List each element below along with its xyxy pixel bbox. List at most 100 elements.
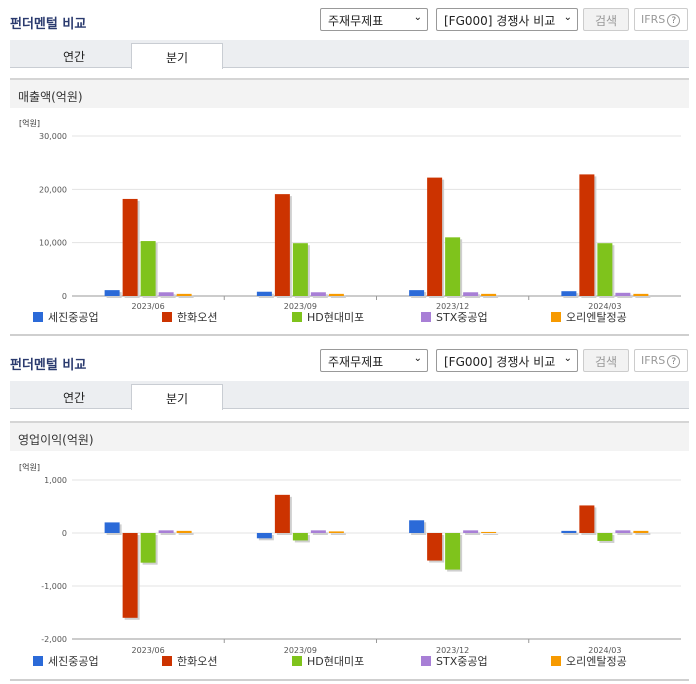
x-tick-label: 2023/12 xyxy=(436,646,469,655)
help-icon: ? xyxy=(667,14,681,27)
legend-entry: STX중공업 xyxy=(436,311,488,324)
search-button[interactable]: 검색 xyxy=(583,8,629,31)
y-tick-label: -1,000 xyxy=(41,582,67,591)
bar xyxy=(481,531,497,533)
legend-entry: 한화오션 xyxy=(177,655,217,668)
tab-annual[interactable]: 연간 xyxy=(28,43,120,68)
legend-swatch xyxy=(292,656,302,666)
bar xyxy=(615,292,631,296)
legend-entry: STX중공업 xyxy=(436,655,488,668)
peer-group-select-value: [FG000] 경쟁사 비교 xyxy=(444,14,556,28)
bar xyxy=(445,533,461,570)
tab-quarterly[interactable]: 분기 xyxy=(131,43,223,69)
fundamental-panel-operating-profit: 펀더멘털 비교 주재무제표 ⌄ [FG000] 경쟁사 비교 ⌄ 검색 IFRS? … xyxy=(0,341,696,684)
bar xyxy=(176,293,192,296)
x-tick-label: 2023/06 xyxy=(132,302,165,311)
bar xyxy=(140,533,156,563)
y-tick-label: 0 xyxy=(62,529,67,538)
y-tick-label: 30,000 xyxy=(39,132,67,141)
divider xyxy=(10,679,689,681)
ifrs-label: IFRS xyxy=(641,354,666,367)
legend-swatch xyxy=(33,656,43,666)
bar xyxy=(463,292,479,296)
y-tick-label: 20,000 xyxy=(39,185,67,194)
ifrs-button[interactable]: IFRS? xyxy=(634,349,688,372)
legend-entry: 세진중공업 xyxy=(48,655,99,668)
x-tick-label: 2024/03 xyxy=(588,646,621,655)
bar xyxy=(561,291,577,296)
help-icon: ? xyxy=(667,355,681,368)
bar xyxy=(427,533,443,561)
y-tick-label: 1,000 xyxy=(44,476,67,485)
bar xyxy=(158,292,174,296)
legend-swatch xyxy=(162,312,172,322)
statement-select-value: 주재무제표 xyxy=(328,355,384,369)
bar xyxy=(256,291,272,296)
section-title: 펀더멘털 비교 xyxy=(10,17,87,32)
x-tick-label: 2024/03 xyxy=(588,302,621,311)
period-tabs: 연간 분기 xyxy=(10,40,689,69)
statement-select[interactable]: 주재무제표 ⌄ xyxy=(320,349,428,372)
tab-annual[interactable]: 연간 xyxy=(28,384,120,409)
bar xyxy=(310,292,326,296)
metric-title: 매출액(억원) xyxy=(10,78,689,108)
bar-shadow xyxy=(330,533,346,535)
bar xyxy=(579,174,595,296)
bar xyxy=(579,505,595,533)
bar xyxy=(463,530,479,533)
y-axis-unit-label: [억원] xyxy=(19,118,40,128)
bar xyxy=(597,243,613,296)
legend-swatch xyxy=(551,312,561,322)
bar xyxy=(140,241,156,296)
bar xyxy=(409,520,425,533)
bar xyxy=(104,290,120,296)
bar xyxy=(427,177,443,296)
metric-title: 영업이익(억원) xyxy=(10,421,689,451)
bar-shadow xyxy=(563,532,579,535)
bar-shadow xyxy=(635,532,651,535)
panel-header: 펀더멘털 비교 주재무제표 ⌄ [FG000] 경쟁사 비교 ⌄ 검색 IFRS? xyxy=(0,341,696,381)
statement-select[interactable]: 주재무제표 ⌄ xyxy=(320,8,428,31)
x-tick-label: 2023/09 xyxy=(284,646,317,655)
chevron-down-icon: ⌄ xyxy=(413,353,422,364)
y-tick-label: 10,000 xyxy=(39,239,67,248)
x-tick-label: 2023/12 xyxy=(436,302,469,311)
legend-swatch xyxy=(421,312,431,322)
bar xyxy=(256,533,272,539)
bar xyxy=(158,530,174,533)
bar xyxy=(445,237,461,296)
ifrs-label: IFRS xyxy=(641,13,666,26)
bar xyxy=(292,243,308,296)
x-tick-label: 2023/09 xyxy=(284,302,317,311)
bar-shadow xyxy=(178,532,194,535)
legend-swatch xyxy=(551,656,561,666)
legend-swatch xyxy=(292,312,302,322)
bar xyxy=(615,530,631,533)
legend-entry: 오리엔탈정공 xyxy=(566,655,627,668)
legend-swatch xyxy=(33,312,43,322)
statement-select-value: 주재무제표 xyxy=(328,14,384,28)
bar xyxy=(122,198,138,296)
legend-swatch xyxy=(162,656,172,666)
bar xyxy=(274,194,290,296)
y-tick-label: 0 xyxy=(62,292,67,301)
peer-group-select[interactable]: [FG000] 경쟁사 비교 ⌄ xyxy=(436,8,578,31)
y-axis-unit-label: [억원] xyxy=(19,462,40,472)
chevron-down-icon: ⌄ xyxy=(563,12,572,23)
y-tick-label: -2,000 xyxy=(41,635,67,644)
bar xyxy=(176,530,192,533)
ifrs-button[interactable]: IFRS? xyxy=(634,8,688,31)
bar xyxy=(104,522,120,533)
peer-group-select[interactable]: [FG000] 경쟁사 비교 ⌄ xyxy=(436,349,578,372)
chevron-down-icon: ⌄ xyxy=(563,353,572,364)
section-title: 펀더멘털 비교 xyxy=(10,358,87,373)
search-button[interactable]: 검색 xyxy=(583,349,629,372)
chevron-down-icon: ⌄ xyxy=(413,12,422,23)
bar xyxy=(633,530,649,533)
bar xyxy=(292,533,308,541)
bar xyxy=(274,494,290,533)
bar-shadow xyxy=(635,295,651,298)
bar-shadow xyxy=(483,533,499,535)
tab-quarterly[interactable]: 분기 xyxy=(131,384,223,410)
bar xyxy=(561,530,577,533)
